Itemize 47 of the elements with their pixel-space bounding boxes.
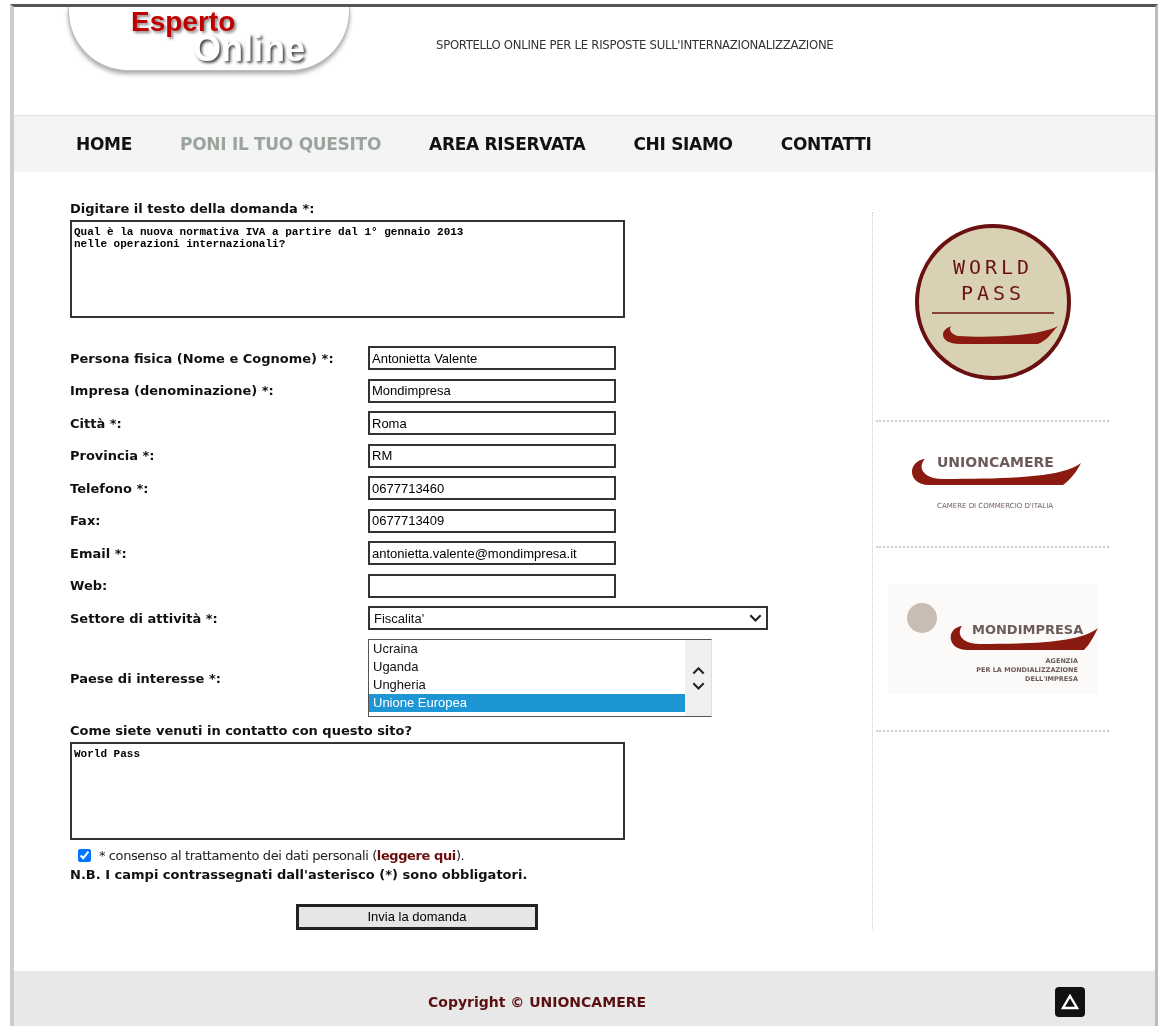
- field-label: Settore di attività *:: [70, 610, 219, 626]
- site-tagline: SPORTELLO ONLINE PER LE RISPOSTE SULL'INTERNAZIONALIZZAZIONE: [436, 37, 834, 52]
- text-input[interactable]: 0677713460: [368, 476, 616, 501]
- text-input[interactable]: Roma: [368, 411, 616, 436]
- logo-badge[interactable]: Esperto Online: [68, 7, 350, 71]
- triangle-icon: [1061, 994, 1079, 1010]
- listbox-option[interactable]: Ungheria: [369, 675, 685, 694]
- selected-value: Fiscalita': [374, 610, 425, 626]
- question-textarea[interactable]: Qual è la nuova normativa IVA a partire dal 1° gennaio 2013 nelle operazioni internazionali?: [70, 220, 625, 318]
- contact-textarea[interactable]: World Pass: [70, 741, 625, 840]
- field-label: Digitare il testo della domanda *:: [70, 201, 316, 216]
- chevron-up-icon[interactable]: [691, 667, 705, 675]
- nav-link[interactable]: HOME: [76, 134, 132, 154]
- field-label: Città *:: [70, 415, 123, 431]
- field-label: Come siete venuti in contatto con questo sito?: [70, 722, 413, 738]
- consent-text: * consenso al trattamento dei dati personali (leggere qui).: [99, 847, 465, 863]
- required-note: N.B. I campi contrassegnati dall'asterisco (*) sono obbligatori.: [70, 866, 529, 882]
- field-label: Persona fisica (Nome e Cognome) *:: [70, 350, 335, 366]
- chevron-down-icon[interactable]: [749, 614, 762, 623]
- submit-button[interactable]: Invia la domanda: [296, 903, 538, 930]
- copyright-text: Copyright © UNIONCAMERE: [428, 994, 647, 1010]
- text-input[interactable]: 0677713409: [368, 508, 616, 533]
- nav-link[interactable]: CONTATTI: [780, 134, 872, 154]
- field-label: Paese di interesse *:: [70, 671, 222, 686]
- field-label: Web:: [70, 578, 109, 594]
- field-label: Impresa (denominazione) *:: [70, 383, 275, 399]
- field-label: Provincia *:: [70, 448, 156, 464]
- text-input[interactable]: antonietta.valente@mondimpresa.it: [368, 541, 616, 566]
- text-input[interactable]: Antonietta Valente: [368, 346, 616, 371]
- field-label: Fax:: [70, 513, 102, 529]
- scrollbar-arrows[interactable]: [685, 639, 711, 716]
- listbox-option[interactable]: Uganda: [369, 657, 685, 676]
- privacy-link[interactable]: leggere qui: [376, 847, 456, 863]
- consent-checkbox[interactable]: [78, 848, 91, 862]
- field-label: Email *:: [70, 545, 128, 561]
- nav-link[interactable]: CHI SIAMO: [633, 134, 733, 154]
- text-input[interactable]: Mondimpresa: [368, 378, 616, 403]
- text-input[interactable]: [368, 573, 616, 598]
- field-label: Telefono *:: [70, 480, 150, 496]
- logo-text: Esperto: [131, 8, 236, 36]
- nav-link[interactable]: AREA RISERVATA: [429, 134, 586, 154]
- listbox-option[interactable]: Ucraina: [369, 639, 685, 658]
- dropdown-select[interactable]: Fiscalita': [368, 606, 768, 631]
- chevron-down-icon[interactable]: [691, 682, 705, 690]
- country-listbox[interactable]: Ucraina Uganda Ungheria Unione Europea: [368, 638, 712, 717]
- back-to-top-button[interactable]: [1055, 987, 1085, 1017]
- text-input[interactable]: RM: [368, 443, 616, 468]
